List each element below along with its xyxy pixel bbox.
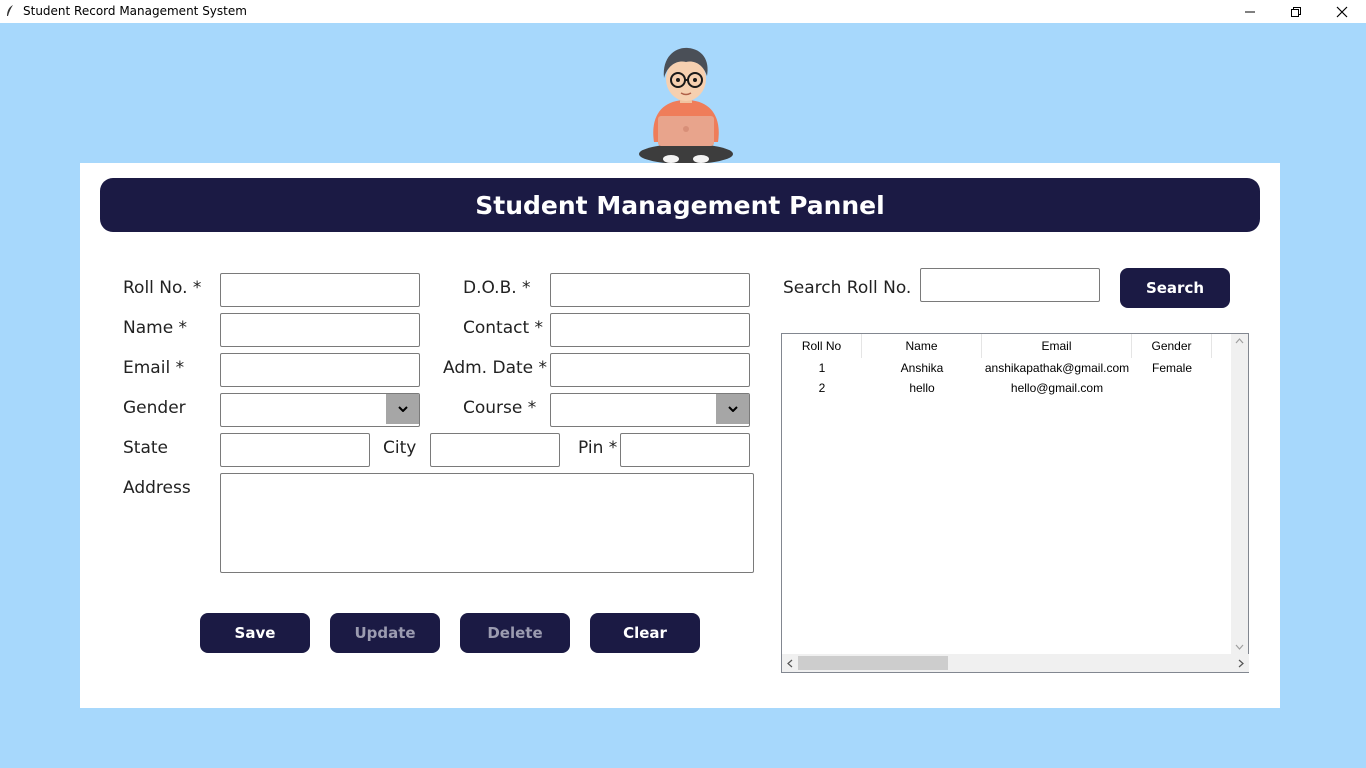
cell-gender [1132,378,1212,398]
contact-input[interactable] [550,313,750,347]
table-row[interactable]: 2 hello hello@gmail.com [782,378,1232,398]
header-bar: Student Management Pannel [100,178,1260,232]
course-label: Course * [463,398,537,418]
column-header-name[interactable]: Name [862,334,982,358]
gender-dropdown-button[interactable] [386,394,419,424]
gender-label: Gender [123,398,186,418]
city-input[interactable] [430,433,560,467]
scroll-up-icon[interactable] [1235,338,1244,344]
cell-name: Anshika [900,361,944,375]
restore-icon [1291,6,1301,17]
horizontal-scrollbar[interactable] [782,654,1249,672]
student-table[interactable]: Roll No Name Email Gender 1 Anshika ansh… [781,333,1249,673]
dob-label: D.O.B. * [463,278,531,298]
contact-label: Contact * [463,318,544,338]
clear-button[interactable]: Clear [590,613,700,653]
course-dropdown-button[interactable] [716,394,749,424]
table-header: Roll No Name Email Gender [782,334,1232,358]
scroll-down-icon[interactable] [1235,644,1244,650]
address-label: Address [123,478,191,498]
restore-button[interactable] [1273,0,1319,23]
pin-input[interactable] [620,433,750,467]
minimize-icon [1245,11,1255,12]
main-panel: Student Management Pannel Roll No. * Nam… [80,163,1280,708]
chevron-down-icon [397,406,408,412]
feather-icon [7,5,13,16]
state-input[interactable] [220,433,370,467]
name-label: Name * [123,318,188,338]
pin-label: Pin * [578,438,618,458]
page-title: Student Management Pannel [475,190,885,220]
email-label: Email * [123,358,185,378]
roll-label: Roll No. * [123,278,202,298]
column-header-extra [1212,334,1232,358]
cell-roll: 2 [818,381,826,395]
search-roll-label: Search Roll No. [783,278,912,298]
email-input[interactable] [220,353,420,387]
title-bar: Student Record Management System [0,0,1366,23]
student-avatar-image [639,47,733,163]
column-header-email[interactable]: Email [982,334,1132,358]
cell-email: anshikapathak@gmail.com [984,361,1130,375]
dob-input[interactable] [550,273,750,307]
search-input[interactable] [920,268,1100,302]
vertical-scrollbar[interactable] [1231,334,1248,654]
update-button[interactable]: Update [330,613,440,653]
gender-select[interactable] [220,393,420,427]
window-title: Student Record Management System [23,4,247,18]
city-label: City [383,438,417,458]
table-row[interactable]: 1 Anshika anshikapathak@gmail.com Female [782,358,1232,378]
column-header-roll[interactable]: Roll No [782,334,862,358]
course-select[interactable] [550,393,750,427]
cell-name: hello [909,381,935,395]
cell-roll: 1 [818,361,826,375]
scroll-left-icon[interactable] [787,659,793,668]
roll-input[interactable] [220,273,420,307]
search-button[interactable]: Search [1120,268,1230,308]
delete-button[interactable]: Delete [460,613,570,653]
adm-date-label: Adm. Date * [443,358,548,378]
cell-email: hello@gmail.com [1010,381,1104,395]
minimize-button[interactable] [1227,0,1273,23]
cell-gender: Female [1151,361,1192,375]
address-textarea[interactable] [220,473,754,573]
horizontal-scroll-thumb[interactable] [798,656,948,670]
state-label: State [123,438,168,458]
chevron-down-icon [727,406,738,412]
save-button[interactable]: Save [200,613,310,653]
scroll-right-icon[interactable] [1238,659,1244,668]
close-button[interactable] [1319,0,1365,23]
column-header-gender[interactable]: Gender [1132,334,1212,358]
adm-date-input[interactable] [550,353,750,387]
close-icon [1336,6,1348,17]
name-input[interactable] [220,313,420,347]
